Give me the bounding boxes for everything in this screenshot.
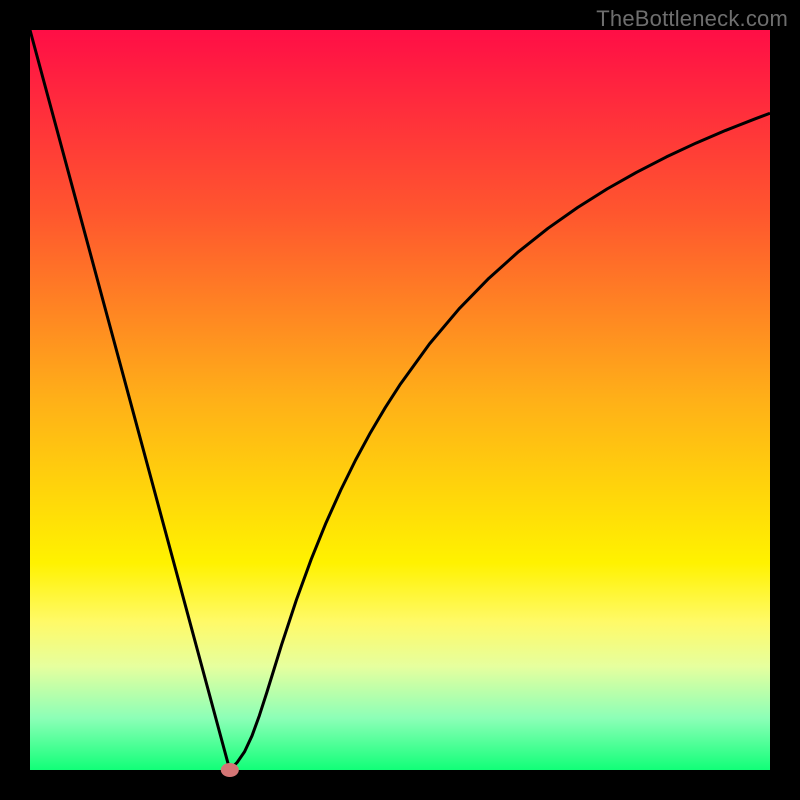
frame-bottom [0, 770, 800, 800]
plot-background [30, 30, 770, 770]
chart-container: TheBottleneck.com [0, 0, 800, 800]
frame-left [0, 0, 30, 800]
frame-right [770, 0, 800, 800]
watermark: TheBottleneck.com [596, 6, 788, 32]
optimal-point-marker [221, 763, 239, 777]
bottleneck-chart [0, 0, 800, 800]
